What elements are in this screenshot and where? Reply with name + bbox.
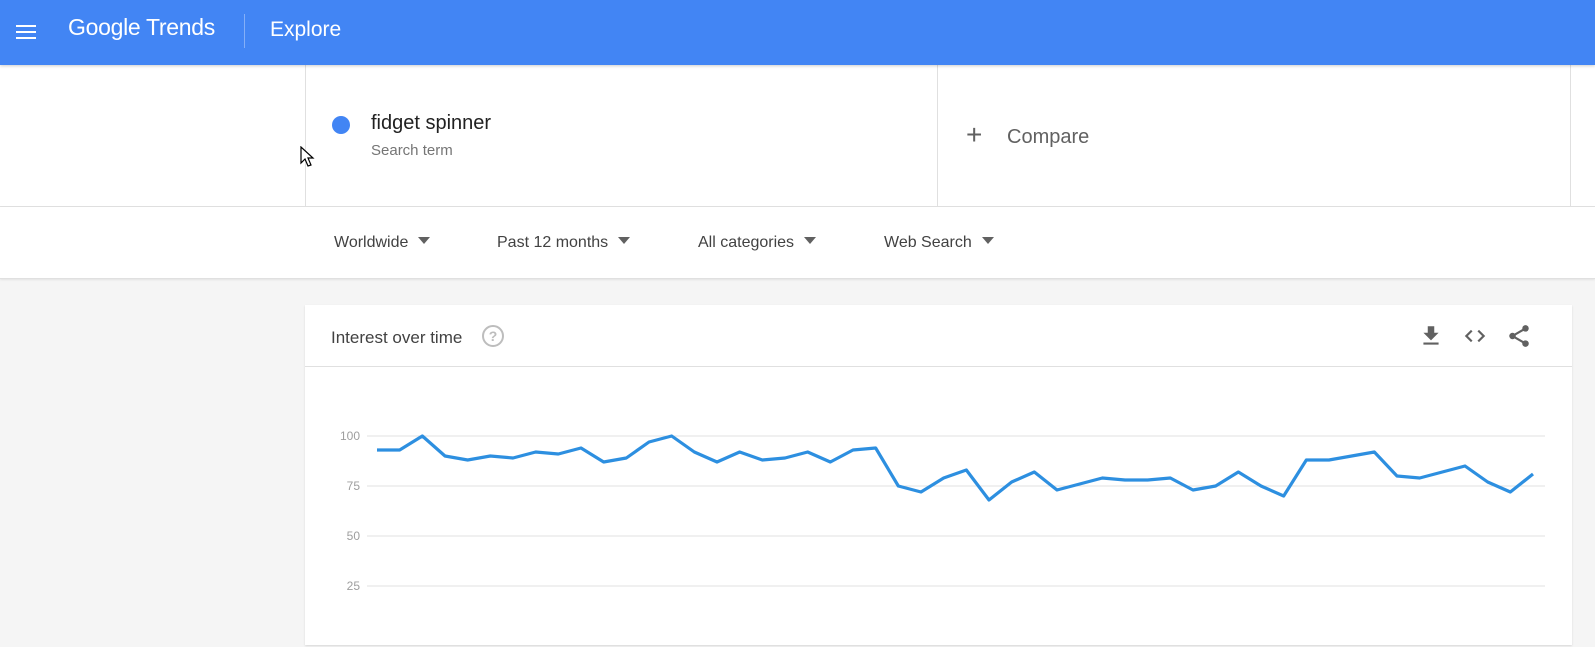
search-term-type: Search term bbox=[371, 142, 453, 159]
caret-down-icon bbox=[804, 237, 817, 244]
mouse-cursor-icon bbox=[300, 146, 315, 167]
time-range-filter-dropdown[interactable]: Past 12 months bbox=[497, 234, 631, 252]
location-filter-dropdown[interactable]: Worldwide bbox=[334, 234, 431, 252]
plus-icon: + bbox=[966, 119, 983, 150]
caret-down-icon bbox=[618, 237, 631, 244]
search-term-name[interactable]: fidget spinner bbox=[371, 112, 491, 135]
top-app-bar: Google Trends Explore bbox=[0, 0, 1595, 65]
time-range-filter-label: Past 12 months bbox=[497, 234, 609, 251]
header-divider bbox=[244, 14, 245, 48]
help-circle-icon[interactable]: ? bbox=[482, 325, 504, 347]
search-term-card[interactable]: fidget spinner Search term bbox=[305, 65, 938, 207]
category-filter-dropdown[interactable]: All categories bbox=[698, 234, 817, 252]
compare-button[interactable]: + Compare bbox=[938, 65, 1571, 207]
share-icon[interactable] bbox=[1506, 323, 1532, 349]
caret-down-icon bbox=[981, 237, 994, 244]
caret-down-icon bbox=[418, 237, 431, 244]
download-icon[interactable] bbox=[1418, 323, 1444, 349]
search-type-filter-dropdown[interactable]: Web Search bbox=[884, 234, 994, 252]
search-terms-bar: fidget spinner Search term + Compare bbox=[0, 65, 1595, 207]
y-tick-label: 50 bbox=[347, 529, 361, 543]
y-tick-label: 25 bbox=[347, 579, 361, 593]
page-title: Explore bbox=[270, 18, 342, 41]
y-tick-label: 75 bbox=[347, 479, 361, 493]
search-type-filter-label: Web Search bbox=[884, 234, 972, 251]
category-filter-label: All categories bbox=[698, 234, 795, 251]
card-title: Interest over time bbox=[331, 328, 463, 347]
google-trends-logo[interactable]: Google Trends bbox=[68, 14, 215, 41]
card-header: Interest over time ? bbox=[305, 305, 1572, 367]
interest-line-chart[interactable]: 25 50 75 100 bbox=[305, 367, 1572, 647]
series-line-fidget-spinner[interactable] bbox=[377, 434, 1534, 502]
filter-bar: Worldwide Past 12 months All categories … bbox=[0, 207, 1595, 279]
hamburger-menu-icon[interactable] bbox=[14, 22, 38, 42]
interest-over-time-card: Interest over time ? 25 50 75 100 bbox=[305, 305, 1572, 645]
term-color-dot-icon bbox=[332, 116, 350, 134]
location-filter-label: Worldwide bbox=[334, 234, 409, 251]
compare-label: Compare bbox=[1007, 126, 1090, 148]
y-tick-label: 100 bbox=[340, 429, 360, 443]
embed-code-icon[interactable] bbox=[1462, 323, 1488, 349]
